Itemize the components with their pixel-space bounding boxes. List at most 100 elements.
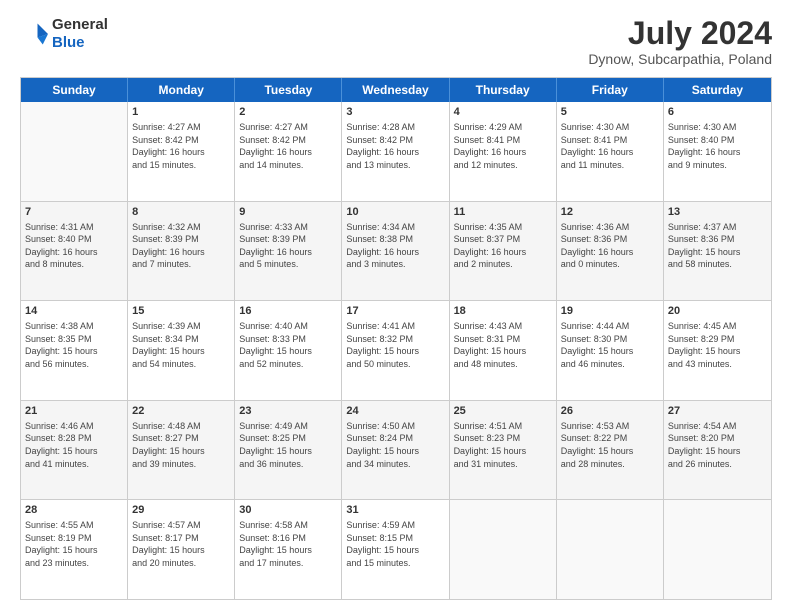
header-day-saturday: Saturday (664, 78, 771, 102)
day-info: Sunrise: 4:46 AMSunset: 8:28 PMDaylight:… (25, 420, 123, 470)
day-number: 5 (561, 105, 659, 120)
day-cell-22: 22Sunrise: 4:48 AMSunset: 8:27 PMDayligh… (128, 401, 235, 500)
day-number: 11 (454, 205, 552, 220)
empty-cell-0-0 (21, 102, 128, 201)
header: General Blue July 2024 Dynow, Subcarpath… (20, 16, 772, 67)
page: General Blue July 2024 Dynow, Subcarpath… (0, 0, 792, 612)
day-info: Sunrise: 4:38 AMSunset: 8:35 PMDaylight:… (25, 320, 123, 370)
day-number: 10 (346, 205, 444, 220)
day-number: 20 (668, 304, 767, 319)
location-subtitle: Dynow, Subcarpathia, Poland (588, 51, 772, 67)
day-info: Sunrise: 4:27 AMSunset: 8:42 PMDaylight:… (239, 121, 337, 171)
day-cell-15: 15Sunrise: 4:39 AMSunset: 8:34 PMDayligh… (128, 301, 235, 400)
day-info: Sunrise: 4:28 AMSunset: 8:42 PMDaylight:… (346, 121, 444, 171)
day-number: 14 (25, 304, 123, 319)
empty-cell-4-5 (557, 500, 664, 599)
header-day-monday: Monday (128, 78, 235, 102)
day-cell-31: 31Sunrise: 4:59 AMSunset: 8:15 PMDayligh… (342, 500, 449, 599)
day-cell-3: 3Sunrise: 4:28 AMSunset: 8:42 PMDaylight… (342, 102, 449, 201)
day-info: Sunrise: 4:39 AMSunset: 8:34 PMDaylight:… (132, 320, 230, 370)
day-cell-18: 18Sunrise: 4:43 AMSunset: 8:31 PMDayligh… (450, 301, 557, 400)
header-day-tuesday: Tuesday (235, 78, 342, 102)
day-info: Sunrise: 4:51 AMSunset: 8:23 PMDaylight:… (454, 420, 552, 470)
day-number: 17 (346, 304, 444, 319)
day-info: Sunrise: 4:41 AMSunset: 8:32 PMDaylight:… (346, 320, 444, 370)
day-number: 19 (561, 304, 659, 319)
day-info: Sunrise: 4:32 AMSunset: 8:39 PMDaylight:… (132, 221, 230, 271)
empty-cell-4-4 (450, 500, 557, 599)
day-cell-19: 19Sunrise: 4:44 AMSunset: 8:30 PMDayligh… (557, 301, 664, 400)
day-number: 4 (454, 105, 552, 120)
day-info: Sunrise: 4:58 AMSunset: 8:16 PMDaylight:… (239, 519, 337, 569)
day-cell-5: 5Sunrise: 4:30 AMSunset: 8:41 PMDaylight… (557, 102, 664, 201)
day-number: 18 (454, 304, 552, 319)
day-cell-26: 26Sunrise: 4:53 AMSunset: 8:22 PMDayligh… (557, 401, 664, 500)
calendar-header: SundayMondayTuesdayWednesdayThursdayFrid… (21, 78, 771, 102)
header-day-sunday: Sunday (21, 78, 128, 102)
day-cell-25: 25Sunrise: 4:51 AMSunset: 8:23 PMDayligh… (450, 401, 557, 500)
day-cell-1: 1Sunrise: 4:27 AMSunset: 8:42 PMDaylight… (128, 102, 235, 201)
day-number: 26 (561, 404, 659, 419)
logo-blue-text: Blue (52, 34, 108, 52)
day-cell-13: 13Sunrise: 4:37 AMSunset: 8:36 PMDayligh… (664, 202, 771, 301)
day-info: Sunrise: 4:50 AMSunset: 8:24 PMDaylight:… (346, 420, 444, 470)
day-cell-9: 9Sunrise: 4:33 AMSunset: 8:39 PMDaylight… (235, 202, 342, 301)
day-info: Sunrise: 4:33 AMSunset: 8:39 PMDaylight:… (239, 221, 337, 271)
day-cell-16: 16Sunrise: 4:40 AMSunset: 8:33 PMDayligh… (235, 301, 342, 400)
day-info: Sunrise: 4:44 AMSunset: 8:30 PMDaylight:… (561, 320, 659, 370)
day-info: Sunrise: 4:27 AMSunset: 8:42 PMDaylight:… (132, 121, 230, 171)
day-info: Sunrise: 4:59 AMSunset: 8:15 PMDaylight:… (346, 519, 444, 569)
day-info: Sunrise: 4:43 AMSunset: 8:31 PMDaylight:… (454, 320, 552, 370)
logo-general-text: General (52, 16, 108, 34)
day-number: 7 (25, 205, 123, 220)
header-day-thursday: Thursday (450, 78, 557, 102)
day-number: 15 (132, 304, 230, 319)
day-number: 25 (454, 404, 552, 419)
day-cell-10: 10Sunrise: 4:34 AMSunset: 8:38 PMDayligh… (342, 202, 449, 301)
day-cell-8: 8Sunrise: 4:32 AMSunset: 8:39 PMDaylight… (128, 202, 235, 301)
day-number: 27 (668, 404, 767, 419)
day-cell-14: 14Sunrise: 4:38 AMSunset: 8:35 PMDayligh… (21, 301, 128, 400)
day-info: Sunrise: 4:49 AMSunset: 8:25 PMDaylight:… (239, 420, 337, 470)
header-day-wednesday: Wednesday (342, 78, 449, 102)
logo-icon (20, 20, 48, 48)
day-info: Sunrise: 4:54 AMSunset: 8:20 PMDaylight:… (668, 420, 767, 470)
day-cell-17: 17Sunrise: 4:41 AMSunset: 8:32 PMDayligh… (342, 301, 449, 400)
day-number: 23 (239, 404, 337, 419)
calendar-row-2: 14Sunrise: 4:38 AMSunset: 8:35 PMDayligh… (21, 300, 771, 400)
day-info: Sunrise: 4:55 AMSunset: 8:19 PMDaylight:… (25, 519, 123, 569)
day-cell-7: 7Sunrise: 4:31 AMSunset: 8:40 PMDaylight… (21, 202, 128, 301)
day-cell-24: 24Sunrise: 4:50 AMSunset: 8:24 PMDayligh… (342, 401, 449, 500)
day-number: 24 (346, 404, 444, 419)
calendar-row-3: 21Sunrise: 4:46 AMSunset: 8:28 PMDayligh… (21, 400, 771, 500)
day-number: 30 (239, 503, 337, 518)
logo: General Blue (20, 16, 108, 52)
day-info: Sunrise: 4:34 AMSunset: 8:38 PMDaylight:… (346, 221, 444, 271)
day-cell-11: 11Sunrise: 4:35 AMSunset: 8:37 PMDayligh… (450, 202, 557, 301)
day-number: 1 (132, 105, 230, 120)
day-info: Sunrise: 4:53 AMSunset: 8:22 PMDaylight:… (561, 420, 659, 470)
calendar-row-1: 7Sunrise: 4:31 AMSunset: 8:40 PMDaylight… (21, 201, 771, 301)
day-number: 8 (132, 205, 230, 220)
day-info: Sunrise: 4:36 AMSunset: 8:36 PMDaylight:… (561, 221, 659, 271)
day-number: 21 (25, 404, 123, 419)
day-cell-2: 2Sunrise: 4:27 AMSunset: 8:42 PMDaylight… (235, 102, 342, 201)
day-info: Sunrise: 4:57 AMSunset: 8:17 PMDaylight:… (132, 519, 230, 569)
calendar-row-0: 1Sunrise: 4:27 AMSunset: 8:42 PMDaylight… (21, 102, 771, 201)
day-cell-21: 21Sunrise: 4:46 AMSunset: 8:28 PMDayligh… (21, 401, 128, 500)
day-cell-20: 20Sunrise: 4:45 AMSunset: 8:29 PMDayligh… (664, 301, 771, 400)
calendar-body: 1Sunrise: 4:27 AMSunset: 8:42 PMDaylight… (21, 102, 771, 599)
day-cell-29: 29Sunrise: 4:57 AMSunset: 8:17 PMDayligh… (128, 500, 235, 599)
day-info: Sunrise: 4:30 AMSunset: 8:41 PMDaylight:… (561, 121, 659, 171)
calendar: SundayMondayTuesdayWednesdayThursdayFrid… (20, 77, 772, 600)
day-cell-12: 12Sunrise: 4:36 AMSunset: 8:36 PMDayligh… (557, 202, 664, 301)
day-cell-6: 6Sunrise: 4:30 AMSunset: 8:40 PMDaylight… (664, 102, 771, 201)
day-info: Sunrise: 4:35 AMSunset: 8:37 PMDaylight:… (454, 221, 552, 271)
day-number: 28 (25, 503, 123, 518)
day-cell-4: 4Sunrise: 4:29 AMSunset: 8:41 PMDaylight… (450, 102, 557, 201)
day-cell-30: 30Sunrise: 4:58 AMSunset: 8:16 PMDayligh… (235, 500, 342, 599)
day-number: 2 (239, 105, 337, 120)
calendar-row-4: 28Sunrise: 4:55 AMSunset: 8:19 PMDayligh… (21, 499, 771, 599)
day-info: Sunrise: 4:45 AMSunset: 8:29 PMDaylight:… (668, 320, 767, 370)
day-number: 16 (239, 304, 337, 319)
